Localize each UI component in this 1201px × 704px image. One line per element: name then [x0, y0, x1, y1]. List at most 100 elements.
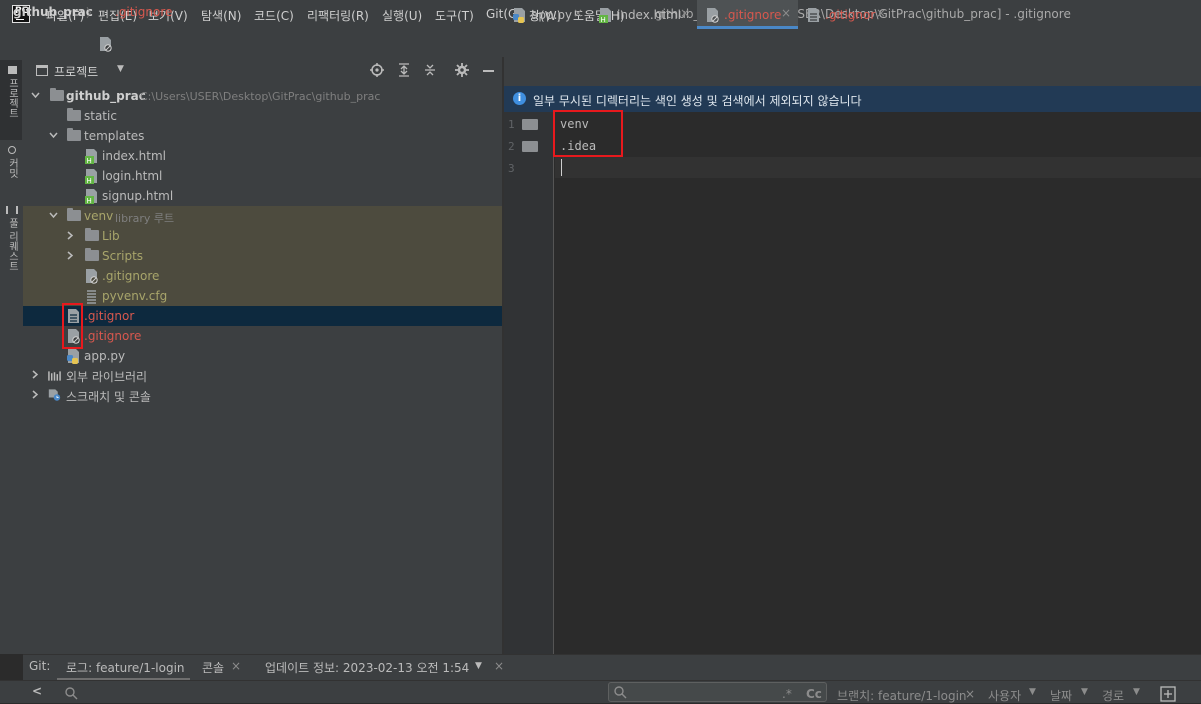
- scratch-icon: [48, 389, 61, 401]
- tree-label: static: [84, 109, 117, 123]
- chevron-down-icon[interactable]: ▼: [1133, 687, 1140, 697]
- tree-node-app-py[interactable]: app.py: [23, 346, 502, 366]
- project-panel-title[interactable]: 프로젝트: [54, 63, 98, 80]
- menu-tools[interactable]: 도구(T): [435, 7, 474, 24]
- collapse-all-icon[interactable]: [423, 63, 437, 77]
- close-icon[interactable]: ×: [680, 6, 690, 20]
- filter-path[interactable]: 경로: [1102, 687, 1124, 704]
- tree-label: github_prac: [66, 89, 146, 103]
- expand-all-icon[interactable]: [397, 63, 411, 77]
- tree-node-venv[interactable]: venv library 루트: [23, 206, 502, 226]
- svg-text:H: H: [87, 197, 92, 204]
- line-number: 2: [508, 140, 515, 153]
- stripe-tab-commit[interactable]: 커밋: [2, 146, 22, 186]
- chevron-right-icon[interactable]: [30, 369, 41, 380]
- tab-label: .gitignor: [825, 8, 876, 22]
- close-icon[interactable]: ×: [781, 6, 791, 20]
- stripe-tab-project[interactable]: 프로젝트: [2, 66, 22, 126]
- tab-label: app.py: [531, 8, 573, 22]
- tree-note: library 루트: [115, 212, 175, 225]
- tab-update-info[interactable]: 업데이트 정보: 2023-02-13 오전 1:54: [265, 659, 469, 676]
- tab-gitignore[interactable]: .gitignore ×: [697, 0, 798, 29]
- back-icon[interactable]: <: [32, 684, 42, 698]
- library-icon: [48, 371, 61, 381]
- chevron-down-icon[interactable]: ▼: [1029, 687, 1036, 697]
- locate-icon[interactable]: [370, 63, 384, 77]
- folder-icon: [522, 141, 538, 152]
- tree-label: signup.html: [102, 189, 174, 203]
- tree-node-venv-gitignore[interactable]: .gitignore: [23, 266, 502, 286]
- stripe-tab-pull-requests[interactable]: 풀 리퀘스트: [2, 206, 22, 286]
- folder-icon: [85, 248, 99, 261]
- tree-label: pyvenv.cfg: [102, 289, 168, 303]
- search-icon: [65, 687, 78, 700]
- tree-node-external-libraries[interactable]: 외부 라이브러리: [23, 365, 502, 385]
- chevron-down-icon[interactable]: [48, 130, 59, 141]
- chevron-right-icon[interactable]: [65, 230, 76, 241]
- ignore-file-icon: [707, 8, 719, 23]
- match-case-toggle[interactable]: Cc: [806, 687, 822, 701]
- folder-icon: [522, 119, 538, 130]
- tree-node-login-html[interactable]: H login.html: [23, 166, 502, 186]
- regex-toggle[interactable]: .*: [782, 687, 792, 701]
- close-icon[interactable]: ×: [965, 687, 975, 701]
- tree-node-pyvenv-cfg[interactable]: pyvenv.cfg: [23, 286, 502, 306]
- filter-user[interactable]: 사용자: [988, 687, 1021, 704]
- new-tab-icon[interactable]: [1160, 686, 1176, 702]
- chevron-right-icon[interactable]: [30, 389, 41, 400]
- menu-code[interactable]: 코드(C): [254, 7, 294, 24]
- tree-node-lib[interactable]: Lib: [23, 226, 502, 246]
- tree-node-signup-html[interactable]: H signup.html: [23, 186, 502, 206]
- python-file-icon: [67, 349, 79, 364]
- tab-index-html[interactable]: H index.html ×: [590, 0, 696, 29]
- highlight-box-tree: [62, 303, 83, 349]
- tree-node-gitignor[interactable]: .gitignor: [23, 306, 502, 326]
- close-icon[interactable]: ×: [876, 6, 886, 20]
- close-icon[interactable]: ×: [573, 6, 583, 20]
- chevron-down-icon[interactable]: ▼: [475, 661, 482, 671]
- tree-label: .gitignor: [84, 309, 135, 323]
- python-file-icon: [513, 8, 525, 23]
- commit-icon: [8, 146, 16, 154]
- minimize-icon[interactable]: [483, 70, 494, 72]
- chevron-down-icon[interactable]: ▼: [1081, 687, 1088, 697]
- html-file-icon: H: [599, 8, 611, 23]
- tree-node-scratches[interactable]: 스크래치 및 콘솔: [23, 385, 502, 405]
- tree-node-templates[interactable]: templates: [23, 126, 502, 146]
- chevron-down-icon[interactable]: [48, 210, 59, 221]
- gear-icon[interactable]: [455, 63, 469, 77]
- tree-path: C:\Users\USER\Desktop\GitPrac\github_pra…: [140, 90, 381, 103]
- code-editor[interactable]: [555, 112, 1201, 654]
- menu-refactor[interactable]: 리팩터링(R): [307, 7, 369, 24]
- chevron-down-icon[interactable]: ▼: [117, 64, 124, 74]
- svg-text:H: H: [87, 177, 92, 184]
- config-file-icon: [87, 290, 96, 304]
- chevron-down-icon[interactable]: [30, 90, 41, 101]
- tree-node-gitignore[interactable]: .gitignore: [23, 326, 502, 346]
- tree-label: templates: [84, 129, 145, 143]
- commit-search-input[interactable]: [608, 682, 827, 702]
- tab-console[interactable]: 콘솔: [202, 659, 224, 676]
- breadcrumb-separator: 〉: [86, 6, 99, 20]
- tree-node-scripts[interactable]: Scripts: [23, 246, 502, 266]
- tab-gitignor[interactable]: .gitignor ×: [798, 0, 893, 29]
- tab-git-log[interactable]: 로그: feature/1-login: [66, 659, 185, 676]
- filter-date[interactable]: 날짜: [1050, 687, 1072, 704]
- breadcrumb-project[interactable]: github_prac: [13, 5, 93, 19]
- folder-icon: [85, 228, 99, 241]
- menu-navigate[interactable]: 탐색(N): [201, 7, 241, 24]
- tree-node-root[interactable]: github_prac C:\Users\USER\Desktop\GitPra…: [23, 86, 502, 106]
- tree-label: app.py: [84, 349, 126, 363]
- close-icon[interactable]: ×: [494, 659, 504, 673]
- chevron-right-icon[interactable]: [65, 250, 76, 261]
- folder-icon: [7, 66, 17, 74]
- tree-node-index-html[interactable]: H index.html: [23, 146, 502, 166]
- breadcrumb-file[interactable]: .gitignore: [115, 5, 172, 19]
- navigation-bar: [0, 31, 1201, 58]
- stripe-tab-project-label: 프로젝트: [6, 78, 18, 118]
- close-icon[interactable]: ×: [231, 659, 241, 673]
- menu-run[interactable]: 실행(U): [382, 7, 422, 24]
- filter-branch[interactable]: 브랜치: feature/1-login: [837, 687, 967, 704]
- tab-app-py[interactable]: app.py ×: [504, 0, 590, 29]
- tree-node-static[interactable]: static: [23, 106, 502, 126]
